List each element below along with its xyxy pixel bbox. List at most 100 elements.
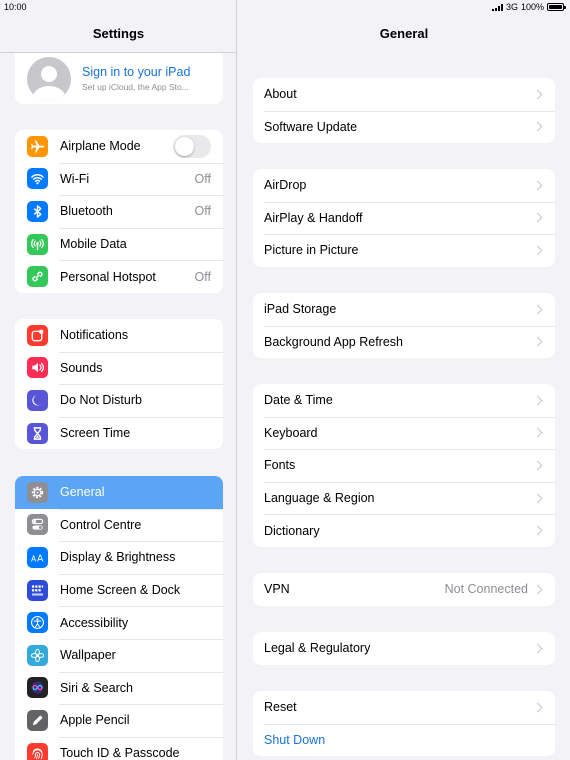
sidebar-item-screen-time[interactable]: Screen Time — [15, 416, 223, 450]
general-group-1: About Software Update — [253, 78, 555, 144]
general-item-fonts[interactable]: Fonts — [253, 449, 555, 482]
general-item-reset[interactable]: Reset — [253, 691, 555, 724]
sidebar-item-label: Notifications — [60, 328, 129, 343]
general-item-label: AirDrop — [264, 178, 307, 193]
general-item-picture-in-picture[interactable]: Picture in Picture — [253, 234, 555, 267]
gear-icon — [27, 481, 48, 503]
sidebar-item-mobile-data[interactable]: Mobile Data — [15, 227, 223, 261]
status-bar: 10:00 3G 100% — [0, 0, 570, 14]
wifi-icon — [27, 168, 48, 190]
general-item-language-and-region[interactable]: Language & Region — [253, 481, 555, 515]
settings-group-notifications: Notifications Sounds Do Not Disturb Screen … — [15, 319, 223, 450]
battery-icon — [547, 3, 566, 11]
settings-group-connectivity: Airplane Mode Wi-Fi Off Bluetooth Off Mobile … — [15, 130, 223, 293]
moon-icon — [27, 389, 48, 411]
general-item-label: Dictionary — [264, 523, 320, 538]
text-size-icon: AA — [27, 546, 48, 568]
sidebar-item-wi-fi[interactable]: Wi-Fi Off — [15, 162, 223, 196]
sidebar-item-label: Wi-Fi — [60, 171, 90, 186]
general-item-label: Picture in Picture — [264, 243, 359, 258]
chevron-right-icon — [532, 89, 543, 100]
general-item-value: Not Connected — [444, 582, 528, 597]
battery-percent: 100% — [520, 2, 544, 12]
apple-id-profile[interactable]: Sign in to your iPad Set up iCloud, the … — [15, 53, 223, 104]
sidebar-item-label: Accessibility — [60, 615, 129, 630]
avatar — [27, 56, 71, 101]
sidebar-item-notifications[interactable]: Notifications — [15, 319, 223, 352]
sidebar-item-label: Home Screen & Dock — [60, 583, 181, 598]
toggle-knob — [175, 136, 194, 156]
general-item-label: iPad Storage — [264, 302, 337, 317]
sidebar-item-label: Touch ID & Passcode — [60, 746, 180, 760]
sign-in-title: Sign in to your iPad — [82, 65, 191, 79]
sidebar-item-personal-hotspot[interactable]: Personal Hotspot Off — [15, 260, 223, 293]
general-group-5: VPN Not Connected — [253, 573, 555, 606]
chevron-right-icon — [532, 336, 543, 347]
sidebar-item-label: Sounds — [60, 360, 103, 375]
general-item-label: About — [264, 87, 297, 102]
sidebar-item-label: Airplane Mode — [60, 139, 141, 154]
general-item-shut-down[interactable]: Shut Down — [253, 723, 555, 757]
general-item-software-update[interactable]: Software Update — [253, 110, 555, 144]
settings-sidebar: Settings Sign in to your iPad Set up iCl… — [0, 0, 237, 760]
general-item-date-and-time[interactable]: Date & Time — [253, 384, 555, 417]
general-item-keyboard[interactable]: Keyboard — [253, 416, 555, 450]
sidebar-item-label: Mobile Data — [60, 237, 127, 252]
airplane-mode-toggle[interactable] — [173, 134, 211, 158]
sidebar-item-value: Off — [194, 171, 211, 186]
sidebar-item-apple-pencil[interactable]: Apple Pencil — [15, 704, 223, 737]
sidebar-item-label: Wallpaper — [60, 648, 116, 663]
sidebar-item-airplane-mode[interactable]: Airplane Mode — [15, 130, 223, 163]
general-item-label: Shut Down — [264, 732, 326, 747]
sidebar-header: Settings — [0, 14, 236, 53]
sidebar-item-control-centre[interactable]: Control Centre — [15, 508, 223, 542]
general-item-airplay-and-handoff[interactable]: AirPlay & Handoff — [253, 201, 555, 235]
detail-title: General — [379, 26, 429, 41]
sidebar-item-label: Display & Brightness — [60, 550, 176, 565]
sidebar-item-siri-and-search[interactable]: Siri & Search — [15, 671, 223, 705]
chevron-right-icon — [532, 493, 543, 504]
chevron-right-icon — [532, 245, 543, 256]
chevron-right-icon — [532, 427, 543, 438]
sidebar-item-label: Personal Hotspot — [60, 269, 156, 284]
sidebar-item-wallpaper[interactable]: Wallpaper — [15, 638, 223, 672]
general-item-legal-and-regulatory[interactable]: Legal & Regulatory — [253, 632, 555, 665]
general-item-about[interactable]: About — [253, 78, 555, 111]
general-item-ipad-storage[interactable]: iPad Storage — [253, 293, 555, 326]
general-item-label: Background App Refresh — [264, 334, 403, 349]
svg-text:A: A — [37, 553, 44, 564]
general-item-label: AirPlay & Handoff — [264, 210, 363, 225]
chevron-right-icon — [532, 121, 543, 132]
chevron-right-icon — [532, 460, 543, 471]
sidebar-item-home-screen-and-dock[interactable]: Home Screen & Dock — [15, 573, 223, 607]
siri-icon — [27, 677, 48, 699]
general-group-4: Date & Time Keyboard Fonts Language & Regio… — [253, 384, 555, 547]
accessibility-icon — [27, 612, 48, 634]
general-item-label: Reset — [264, 700, 297, 715]
sidebar-item-touch-id-and-passcode[interactable]: Touch ID & Passcode — [15, 736, 223, 760]
general-item-dictionary[interactable]: Dictionary — [253, 514, 555, 547]
settings-group-general: General Control Centre A A Display & Brightn… — [15, 476, 223, 760]
pencil-icon — [27, 709, 48, 731]
chevron-right-icon — [532, 395, 543, 406]
bluetooth-icon — [27, 200, 48, 222]
network-type: 3G — [505, 2, 518, 12]
sidebar-item-value: Off — [194, 204, 211, 219]
sidebar-item-bluetooth[interactable]: Bluetooth Off — [15, 195, 223, 228]
sidebar-item-do-not-disturb[interactable]: Do Not Disturb — [15, 384, 223, 417]
general-item-airdrop[interactable]: AirDrop — [253, 169, 555, 202]
chevron-right-icon — [532, 525, 543, 536]
svg-text:A: A — [31, 554, 37, 563]
chevron-right-icon — [532, 180, 543, 191]
chevron-right-icon — [532, 643, 543, 654]
hotspot-icon — [27, 266, 48, 288]
sidebar-item-sounds[interactable]: Sounds — [15, 351, 223, 385]
switches-icon — [27, 514, 48, 536]
antenna-icon — [27, 233, 48, 255]
general-item-background-app-refresh[interactable]: Background App Refresh — [253, 325, 555, 359]
sidebar-item-display-and-brightness[interactable]: A A Display & Brightness — [15, 541, 223, 574]
sidebar-item-general[interactable]: General — [15, 476, 223, 509]
sidebar-item-accessibility[interactable]: Accessibility — [15, 606, 223, 639]
general-group-3: iPad Storage Background App Refresh — [253, 293, 555, 359]
general-item-vpn[interactable]: VPN Not Connected — [253, 573, 555, 606]
